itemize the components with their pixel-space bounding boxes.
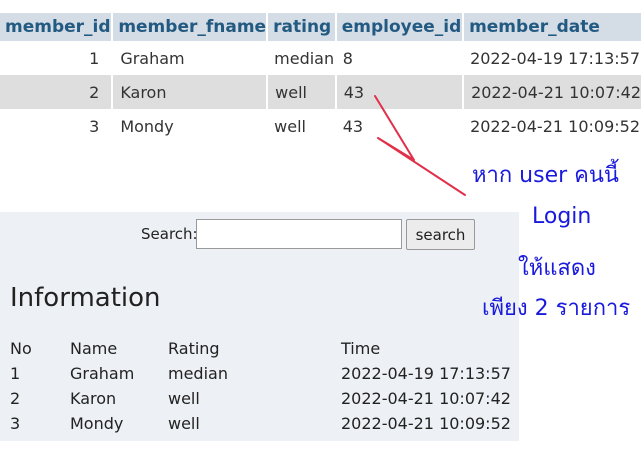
annotation-text-line-4: เพียง 2 รายการ <box>482 296 631 321</box>
annotation-text-line-2: Login <box>532 204 592 229</box>
annotation-text-line-1: หาก user คนนี้ <box>472 163 619 188</box>
annotation-text-line-3: ให้แสดง <box>518 256 596 281</box>
